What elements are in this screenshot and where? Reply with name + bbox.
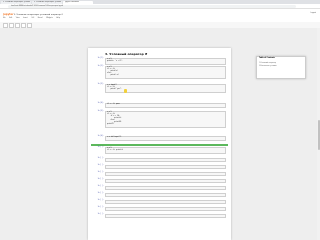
toc-item[interactable]: 2 Вложенные условия [259,66,277,67]
code-cell[interactable]: In [6]: x = int(input()) [91,136,228,142]
toc-panel: Table of Contents 1 Условный оператор 2 … [256,56,306,79]
cell-prompt: In [ ]: [97,193,104,194]
cell-code[interactable] [105,179,226,184]
cell-prompt: In [5]: [97,111,104,112]
cell-prompt: In [3]: [97,84,104,85]
toc-item[interactable]: 1 Условный оператор [259,63,276,64]
code-cell[interactable]: In [5]: x = 5 if x > 0: if x < 10: print… [91,111,228,128]
cell-code[interactable]: x = 5 if x > 0: if x < 10: print(x) else… [105,111,226,128]
cell-prompt: In [ ]: [97,172,104,173]
cell-prompt: In [ ]: [97,207,104,208]
notebook-container: 3. Условный оператор if In [1]: x = 5 pr… [88,48,231,240]
menu-cell[interactable]: Cell [31,18,34,19]
cell-code[interactable] [105,200,226,205]
code-cell[interactable]: In [ ]: x = 5 if x > 0: print(x) [91,147,228,155]
empty-cell[interactable]: In [ ]: [91,186,228,191]
menu-edit[interactable]: Edit [9,18,12,19]
code-cell[interactable]: In [1]: x = 5 print(x, 'x > 0') [91,58,228,66]
empty-cell[interactable]: In [ ]: [91,200,228,205]
cell-code[interactable]: x = 5 if x > 0: print(x) [105,147,226,155]
notebook-title[interactable]: 3. Условные операторы, условный оператор… [14,14,63,16]
menu-file[interactable]: File [3,18,6,19]
menu-bar: File Edit View Insert Cell Kernel Widget… [3,18,63,19]
cell-prompt: In [1]: [97,58,104,59]
menu-widgets[interactable]: Widgets [46,18,52,19]
empty-cell[interactable]: In [ ]: [91,193,228,198]
cell-prompt: In [2]: [97,66,104,67]
cell-code[interactable] [105,207,226,212]
menu-help[interactable]: Help [56,18,60,19]
selected-cell-indicator [91,144,228,146]
cell-prompt: In [ ]: [97,200,104,201]
code-cell[interactable]: In [4]: if x > 0: pass [91,103,228,109]
cell-prompt: In [ ]: [97,186,104,187]
cell-prompt: In [ ]: [97,179,104,180]
scrollbar-thumb[interactable] [317,120,320,150]
empty-cell[interactable]: In [ ]: [91,165,228,170]
cell-code[interactable]: x = int(input()) [105,136,226,142]
url-field[interactable]: localhost:8888/notebooks/3.%20Условные%2… [8,4,296,8]
empty-cell[interactable]: In [ ]: [91,179,228,184]
cell-prompt: In [4]: [97,103,104,104]
code-cell[interactable]: In [2]: x = 5 if x > 0: print(x) else: p… [91,66,228,79]
menu-insert[interactable]: Insert [23,18,28,19]
logout-button[interactable]: Logout [311,13,316,14]
empty-cell[interactable]: In [ ]: [91,172,228,177]
mouse-cursor-highlight [124,89,127,93]
cell-code[interactable] [105,165,226,170]
cell-prompt: In [6]: [97,136,104,137]
empty-cell[interactable]: In [ ]: [91,214,228,219]
jupyter-logo[interactable]: jupyter [3,13,14,16]
cell-prompt: In [ ]: [97,147,104,148]
menu-kernel[interactable]: Kernel [38,18,43,19]
empty-cell[interactable]: In [ ]: [91,158,228,163]
cell-code[interactable] [105,186,226,191]
code-cell[interactable]: In [3]: x = input() if x > 0: print('yes… [91,84,228,94]
menu-view[interactable]: View [16,18,20,19]
cell-code[interactable]: x = 5 print(x, 'x > 0') [105,58,226,66]
cell-prompt: In [ ]: [97,158,104,159]
empty-cell[interactable]: In [ ]: [91,207,228,212]
cell-code[interactable]: if x > 0: pass [105,103,226,109]
cell-prompt: In [ ]: [97,165,104,166]
toc-title: Table of Contents [259,58,275,59]
section-heading: 3. Условный оператор if [105,52,148,56]
cell-code[interactable] [105,214,226,219]
cell-prompt: In [ ]: [97,214,104,215]
cell-code[interactable] [105,158,226,163]
cell-code[interactable]: x = 5 if x > 0: print(x) else: print(-x) [105,66,226,79]
cell-code[interactable] [105,172,226,177]
cell-code[interactable] [105,193,226,198]
